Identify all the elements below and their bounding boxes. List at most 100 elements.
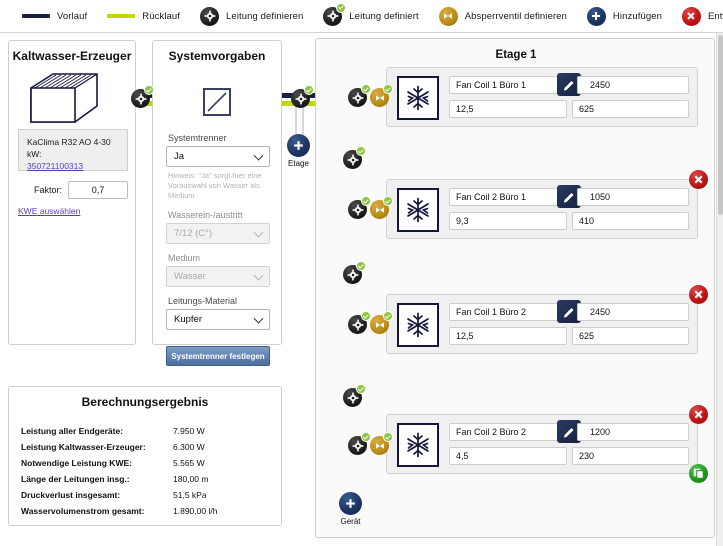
check-badge-icon <box>383 311 393 321</box>
check-badge-icon <box>361 311 371 321</box>
pipe-valve-node[interactable] <box>343 265 362 284</box>
field-label-systemtrenner: Systemtrenner <box>168 133 272 143</box>
field-medium: Medium Wasser <box>166 253 272 287</box>
calc-key: Druckverlust insgesamt: <box>21 487 173 503</box>
delete-device-button[interactable] <box>689 170 708 189</box>
check-badge-icon <box>361 84 371 94</box>
kwe-model-link[interactable]: 350721100313 <box>27 160 121 172</box>
chevron-down-icon <box>254 313 264 323</box>
delete-device-button[interactable] <box>689 405 708 424</box>
legend-item-ruecklauf: Rücklauf <box>107 11 180 22</box>
field-label-wassereintritt: Wasserein-/austritt <box>168 210 272 220</box>
kwe-panel-title: Kaltwasser-Erzeuger <box>9 41 135 63</box>
scrollbar-thumb[interactable] <box>718 35 723 215</box>
kwe-model-label: KaClima R32 AO 4-30 kW: <box>27 136 121 160</box>
pipe-valve-node[interactable] <box>348 88 367 107</box>
add-geraet-label: Gerät <box>340 517 360 526</box>
field-systemtrenner: Systemtrenner Ja Hinweis: "Ja" sorgt fue… <box>166 133 272 201</box>
select-medium[interactable]: Wasser <box>166 266 270 287</box>
legend-item-leitung-definiert[interactable]: Leitung definiert <box>323 7 418 26</box>
select-wassereintritt[interactable]: 7/12 (C°) <box>166 223 270 244</box>
fan-coil-power-input[interactable]: 2450 <box>577 76 689 94</box>
fan-coil-flow-input[interactable]: 230 <box>572 447 689 465</box>
fan-coil-power-input[interactable]: 1200 <box>577 423 689 441</box>
hint-systemtrenner: Hinweis: "Ja" sorgt fuer eine Vorauswahl… <box>168 171 272 201</box>
chevron-down-icon <box>254 227 264 237</box>
shutoff-valve-node[interactable] <box>370 200 389 219</box>
check-badge-icon <box>361 432 371 442</box>
plus-circle-icon <box>287 134 310 157</box>
legend-label-hinzufuegen: Hinzufügen <box>613 11 662 22</box>
pipe-valve-node[interactable] <box>348 200 367 219</box>
kwe-model-box: KaClima R32 AO 4-30 kW: 350721100313 <box>18 129 128 171</box>
fan-coil-power-input[interactable]: 1050 <box>577 188 689 206</box>
pipe-valve-node[interactable] <box>348 315 367 334</box>
calc-value: 51,5 kPa <box>173 487 207 503</box>
pipe-valve-node[interactable] <box>343 388 362 407</box>
pipe-valve-node[interactable] <box>291 89 310 108</box>
kwe-faktor-input[interactable] <box>68 181 128 199</box>
shutoff-valve-node[interactable] <box>370 436 389 455</box>
calc-row: Notwendige Leistung KWE: 5.565 W <box>21 455 271 471</box>
select-medium-value: Wasser <box>174 271 206 282</box>
calc-value: 180,00 m <box>173 471 208 487</box>
fan-coil-length-input[interactable]: 12,5 <box>449 327 567 345</box>
check-badge-icon <box>383 196 393 206</box>
fan-coil-length-input[interactable]: 12,5 <box>449 100 567 118</box>
fan-coil-card: Fan Coil 1 Büro 2 2450 12,5 625 <box>386 294 698 354</box>
field-label-medium: Medium <box>168 253 272 263</box>
calc-key: Leistung Kaltwasser-Erzeuger: <box>21 439 173 455</box>
systemtrenner-festlegen-button[interactable]: Systemtrenner festlegen <box>166 346 270 366</box>
vertical-scrollbar[interactable] <box>716 33 723 546</box>
check-badge-icon <box>356 384 366 394</box>
select-systemtrenner[interactable]: Ja <box>166 146 270 167</box>
app-root: Vorlauf Rücklauf Leitung definieren <box>0 0 723 546</box>
pipe-valve-node[interactable] <box>343 150 362 169</box>
fan-coil-length-input[interactable]: 4,5 <box>449 447 567 465</box>
fan-coil-length-input[interactable]: 9,3 <box>449 212 567 230</box>
pipe-valve-node[interactable] <box>131 89 150 108</box>
fan-coil-flow-input[interactable]: 410 <box>572 212 689 230</box>
field-wassereintritt: Wasserein-/austritt 7/12 (C°) <box>166 210 272 244</box>
kwe-faktor-row: Faktor: <box>18 181 128 199</box>
fan-coil-flow-input[interactable]: 625 <box>572 100 689 118</box>
calc-row: Druckverlust insgesamt: 51,5 kPa <box>21 487 271 503</box>
chevron-down-icon <box>254 270 264 280</box>
check-badge-icon <box>356 261 366 271</box>
sys-panel-title: Systemvorgaben <box>153 41 281 63</box>
delete-device-button[interactable] <box>689 285 708 304</box>
shutoff-valve-node[interactable] <box>370 315 389 334</box>
system-separator-icon <box>203 88 231 116</box>
kwe-faktor-label: Faktor: <box>18 185 62 195</box>
calc-key: Leistung aller Endgeräte: <box>21 423 173 439</box>
legend-item-hinzufuegen[interactable]: Hinzufügen <box>587 7 662 26</box>
legend-item-vorlauf: Vorlauf <box>22 11 87 22</box>
chiller-unit-icon <box>27 72 103 126</box>
valve-dark-checked-icon <box>323 7 342 26</box>
calc-key: Länge der Leitungen insg.: <box>21 471 173 487</box>
plus-circle-icon <box>339 492 362 515</box>
legend-toolbar: Vorlauf Rücklauf Leitung definieren <box>0 0 723 33</box>
legend-item-leitung-definieren[interactable]: Leitung definieren <box>200 7 303 26</box>
check-badge-icon <box>383 84 393 94</box>
check-badge-icon <box>144 85 154 95</box>
legend-item-entfernen[interactable]: Entfernen <box>682 7 723 26</box>
check-badge-icon <box>304 85 314 95</box>
duplicate-device-button[interactable] <box>689 464 708 483</box>
select-leitungs-material[interactable]: Kupfer <box>166 309 270 330</box>
kwe-select-link[interactable]: KWE auswählen <box>18 206 80 216</box>
calc-row: Wasservolumenstrom gesamt: 1.890,00 l/h <box>21 503 271 519</box>
calc-value: 6.300 W <box>173 439 205 455</box>
legend-item-absperrventil[interactable]: Absperrventil definieren <box>439 7 567 26</box>
line-swatch-dark-icon <box>22 14 50 18</box>
valve-gold-icon <box>439 7 458 26</box>
field-label-leitungs-material: Leitungs-Material <box>168 296 272 306</box>
field-leitungs-material: Leitungs-Material Kupfer <box>166 296 272 330</box>
fan-coil-power-input[interactable]: 2450 <box>577 303 689 321</box>
shutoff-valve-node[interactable] <box>370 88 389 107</box>
add-etage-button[interactable]: Etage <box>287 134 310 168</box>
add-geraet-button[interactable]: Gerät <box>339 492 362 526</box>
pipe-valve-node[interactable] <box>348 436 367 455</box>
fan-coil-flow-input[interactable]: 625 <box>572 327 689 345</box>
kaltwasser-erzeuger-panel: Kaltwasser-Erzeuger KaClima R32 AO 4-30 … <box>8 40 136 345</box>
